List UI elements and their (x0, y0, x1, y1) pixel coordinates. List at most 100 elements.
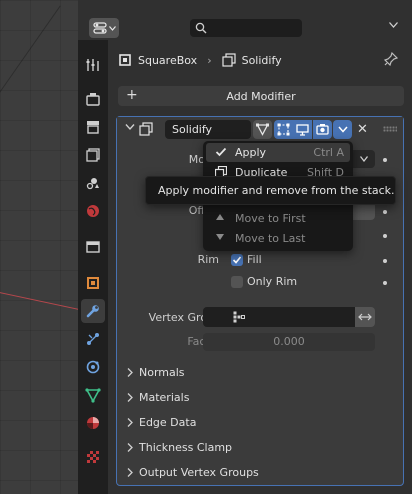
menu-item-label: Move to First (235, 212, 306, 225)
tab-collection[interactable] (81, 235, 105, 259)
view-layer-icon (86, 148, 100, 162)
menu-item-label: Move to Last (235, 232, 306, 245)
tab-world[interactable] (81, 199, 105, 223)
subpanel-output-vertex-groups[interactable]: Output Vertex Groups (127, 466, 259, 479)
subpanel-materials[interactable]: Materials (127, 391, 190, 404)
realtime-viewport-button[interactable] (293, 120, 312, 139)
editor-header (78, 0, 412, 40)
add-modifier-label: Add Modifier (226, 89, 296, 103)
breadcrumb-object: SquareBox (138, 53, 198, 67)
animate-property-dot[interactable] (383, 281, 387, 285)
chevron-right-icon (127, 443, 133, 452)
triangle-down-icon (216, 234, 224, 240)
tool-icon (86, 59, 99, 71)
pin-icon[interactable] (384, 52, 398, 66)
add-modifier-button[interactable]: + Add Modifier (118, 86, 404, 106)
menu-item-shortcut: Ctrl A (313, 146, 344, 159)
triangle-up-icon (216, 214, 224, 220)
tab-object-data[interactable] (81, 383, 105, 407)
tab-view-layer[interactable] (81, 143, 105, 167)
animate-property-dot[interactable] (383, 234, 387, 238)
tab-tool[interactable] (81, 53, 105, 77)
rim-label: Rim (197, 253, 219, 266)
subpanel-edge-data[interactable]: Edge Data (127, 416, 197, 429)
factor-field[interactable]: 0.000 (203, 333, 375, 351)
chevron-right-icon (127, 418, 133, 427)
subpanel-thickness-clamp[interactable]: Thickness Clamp (127, 441, 232, 454)
world-icon (87, 205, 99, 217)
solidify-icon (139, 122, 153, 136)
modifier-name-field[interactable]: Solidify (165, 120, 251, 139)
subpanel-normals[interactable]: Normals (127, 366, 185, 379)
texture-icon (87, 451, 99, 463)
offset-label: Off (188, 204, 205, 217)
animate-property-dot[interactable] (383, 259, 387, 263)
vertex-group-field[interactable] (203, 307, 355, 327)
rim-fill-label: Fill (247, 253, 262, 266)
mode-dropdown[interactable] (353, 150, 375, 168)
tab-output[interactable] (81, 115, 105, 139)
menu-item-apply[interactable]: Apply Ctrl A (206, 143, 350, 162)
check-icon (215, 147, 227, 157)
apply-tooltip: Apply modifier and remove from the stack… (145, 176, 396, 205)
chevron-right-icon (127, 393, 133, 402)
properties-editor-icon (92, 22, 107, 34)
arrow-left-right-icon (358, 313, 372, 321)
chevron-down-icon (360, 156, 368, 162)
animate-property-dot[interactable] (383, 210, 387, 214)
menu-item-move-to-last[interactable]: Move to Last (206, 229, 350, 248)
tab-object[interactable] (81, 271, 105, 295)
properties-tabs (78, 40, 108, 494)
solidify-icon (221, 53, 236, 67)
menu-item-move-to-first[interactable]: Move to First (206, 209, 350, 228)
modifier-extras-dropdown[interactable] (333, 120, 352, 139)
material-icon (87, 417, 99, 429)
check-icon (232, 256, 242, 264)
tab-texture[interactable] (81, 445, 105, 469)
particles-icon (87, 333, 99, 345)
tab-render[interactable] (81, 87, 105, 111)
edit-mode-cage-button[interactable] (253, 120, 272, 139)
render-icon (86, 93, 100, 106)
chevron-down-icon (108, 25, 116, 31)
header-options-chevron-icon[interactable] (389, 22, 398, 28)
animate-property-dot[interactable] (383, 158, 387, 162)
edit-mode-icon (277, 123, 290, 136)
only-rim-checkbox[interactable] (231, 276, 243, 288)
breadcrumb: SquareBox › Solidify (108, 40, 412, 80)
modifier-header: Solidify ✕ (117, 117, 403, 141)
search-input[interactable] (190, 19, 302, 37)
close-icon[interactable]: ✕ (357, 122, 368, 137)
search-icon (195, 22, 207, 34)
subpanel-label: Edge Data (139, 416, 197, 429)
editor-type-button[interactable] (89, 18, 119, 38)
tab-scene[interactable] (81, 171, 105, 195)
breadcrumb-separator-icon: › (207, 53, 212, 67)
monitor-icon (296, 124, 309, 136)
invert-vertex-group-button[interactable] (355, 307, 375, 327)
edit-mode-button[interactable] (274, 120, 293, 139)
tab-modifiers[interactable] (81, 299, 105, 323)
chevron-right-icon (127, 368, 133, 377)
rim-fill-checkbox[interactable] (231, 254, 243, 266)
object-icon (87, 277, 99, 289)
subpanel-label: Output Vertex Groups (139, 466, 259, 479)
subpanel-label: Normals (139, 366, 185, 379)
vertex-triangle-icon (256, 123, 269, 136)
subpanel-label: Materials (139, 391, 190, 404)
render-toggle-button[interactable] (313, 120, 332, 139)
tab-particles[interactable] (81, 327, 105, 351)
camera-icon (316, 124, 329, 135)
drag-handle-icon[interactable] (383, 126, 397, 132)
3d-viewport[interactable] (0, 0, 78, 494)
vertex-group-icon (233, 311, 245, 323)
object-icon (119, 54, 131, 66)
tab-material[interactable] (81, 411, 105, 435)
menu-item-label: Apply (235, 146, 267, 159)
plus-icon: + (126, 87, 138, 103)
collapse-chevron-icon[interactable] (125, 123, 135, 131)
tab-physics[interactable] (81, 355, 105, 379)
scene-icon (86, 178, 99, 190)
only-rim-label: Only Rim (247, 275, 298, 288)
physics-icon (86, 360, 100, 374)
